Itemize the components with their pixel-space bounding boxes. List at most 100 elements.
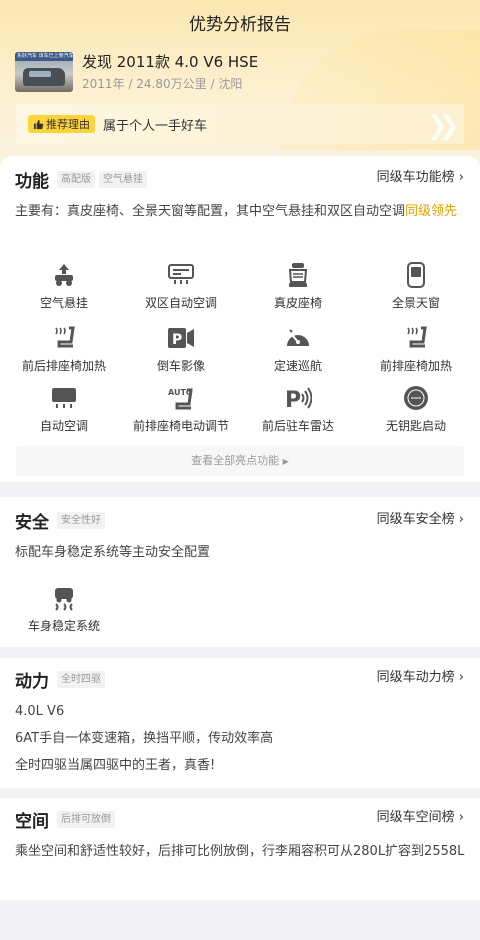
safety-card: 安全 安全性好 同级车安全榜 › 标配车身稳定系统等主动安全配置 车身稳定系统	[0, 497, 480, 647]
safety-description: 标配车身稳定系统等主动安全配置	[15, 545, 211, 560]
page-title: 优势分析报告	[189, 15, 291, 35]
features-tag-2: 空气悬挂	[99, 170, 147, 188]
dual-zone-ac-icon	[167, 262, 195, 288]
feature-item[interactable]: P 倒车影像	[121, 325, 241, 381]
power-header: 动力 全时四驱	[15, 666, 105, 692]
car-photo-icon	[23, 68, 65, 86]
feature-item[interactable]: 车身稳定系统	[4, 585, 124, 641]
safety-tag: 安全性好	[57, 511, 105, 529]
safety-rank-label: 同级车安全榜	[376, 512, 455, 527]
feature-label: 倒车影像	[156, 359, 205, 373]
feature-item[interactable]: 真皮座椅	[238, 262, 358, 318]
power-card: 动力 全时四驱 同级车动力榜 › 4.0L V6 6AT手自一体变速箱，换挡平顺…	[0, 658, 480, 788]
power-drivetrain: 全时四驱当属四驱中的王者，真香!	[15, 758, 216, 773]
feature-label: 前排座椅加热	[379, 359, 452, 373]
feature-item[interactable]: 前后排座椅加热	[4, 325, 124, 381]
feature-label: 无钥匙启动	[385, 419, 446, 433]
car-name: 发现 2011款 4.0 V6 HSE	[82, 53, 259, 71]
power-transmission: 6AT手自一体变速箱，换挡平顺，传动效率高	[15, 731, 274, 746]
car-thumbnail[interactable]: 东好汽车 该车已上架汽车	[15, 52, 73, 92]
power-title: 动力	[15, 671, 49, 692]
car-city: 沈阳	[218, 77, 243, 91]
safety-title: 安全	[15, 512, 49, 533]
feature-item[interactable]: AUTO 前排座椅电动调节	[121, 385, 241, 441]
space-header: 空间 后排可放倒	[15, 806, 115, 832]
features-description: 主要有：真皮座椅、全景天窗等配置，其中空气悬挂和双区自动空调同级领先	[15, 201, 465, 223]
feature-label: 自动空调	[39, 419, 88, 433]
space-rank-link[interactable]: 同级车空间榜 ›	[377, 808, 464, 828]
space-title: 空间	[15, 811, 49, 832]
chevron-right-icon: ›	[458, 170, 464, 185]
car-mileage: 24.80万公里	[136, 77, 207, 91]
feature-label: 双区自动空调	[144, 296, 217, 310]
keyless-start-icon	[402, 385, 430, 411]
feature-item[interactable]: 空气悬挂	[4, 262, 124, 318]
feature-item[interactable]: 自动空调	[4, 385, 124, 441]
features-card: 功能 高配版 空气悬挂 同级车功能榜 › 主要有：真皮座椅、全景天窗等配置，其中…	[0, 156, 480, 482]
reverse-camera-icon: P	[167, 325, 195, 351]
space-description: 乘坐空间和舒适性较好，后排可比例放倒，行李厢容积可从280L扩容到2558L	[15, 844, 465, 859]
features-rank-link[interactable]: 同级车功能榜 ›	[377, 168, 464, 188]
feature-item[interactable]: 无钥匙启动	[356, 385, 476, 441]
features-rank-label: 同级车功能榜	[376, 170, 455, 185]
leather-seat-icon	[284, 262, 312, 288]
view-all-label: 查看全部亮点功能	[191, 454, 280, 467]
safety-header: 安全 安全性好	[15, 507, 105, 533]
feature-label: 前后排座椅加热	[21, 359, 106, 373]
meta-separator: /	[128, 77, 133, 91]
svg-text:P: P	[172, 332, 182, 348]
feature-label: 车身稳定系统	[27, 619, 100, 633]
features-tag-1: 高配版	[57, 170, 95, 188]
features-header: 功能 高配版 空气悬挂	[15, 166, 147, 192]
feature-label: 前后驻车雷达	[261, 419, 334, 433]
feature-item[interactable]: P 前后驻车雷达	[238, 385, 358, 441]
auto-ac-icon	[50, 385, 78, 411]
svg-text:P: P	[285, 388, 301, 410]
recommend-badge: 推荐理由	[28, 115, 95, 133]
feature-item[interactable]: 双区自动空调	[121, 262, 241, 318]
front-seat-heating-icon	[402, 325, 430, 351]
space-tag: 后排可放倒	[57, 810, 115, 828]
safety-rank-link[interactable]: 同级车安全榜 ›	[377, 510, 464, 530]
feature-item[interactable]: 全景天窗	[356, 262, 476, 318]
feature-label: 定速巡航	[273, 359, 322, 373]
features-title: 功能	[15, 171, 49, 192]
chevron-right-icon: ›	[458, 810, 464, 825]
chevron-decoration-icon: ❯❯	[426, 111, 459, 141]
stability-control-icon	[50, 585, 78, 611]
feature-label: 空气悬挂	[39, 296, 88, 310]
features-desc-text: 主要有：真皮座椅、全景天窗等配置，其中空气悬挂和双区自动空调	[15, 204, 406, 219]
recommend-reason-text: 属于个人一手好车	[103, 118, 208, 134]
power-rank-link[interactable]: 同级车动力榜 ›	[377, 668, 464, 688]
power-engine: 4.0L V6	[15, 704, 65, 719]
power-rank-label: 同级车动力榜	[376, 670, 455, 685]
parking-radar-icon: P	[284, 385, 312, 411]
meta-separator: /	[210, 77, 215, 91]
thumbs-up-icon	[33, 119, 44, 129]
thumbnail-caption: 东好汽车 该车已上架汽车	[15, 52, 73, 61]
feature-label: 全景天窗	[391, 296, 440, 310]
space-rank-label: 同级车空间榜	[376, 810, 455, 825]
car-info: 发现 2011款 4.0 V6 HSE 2011年 / 24.80万公里 / 沈…	[82, 52, 258, 94]
feature-label: 真皮座椅	[273, 296, 322, 310]
space-card: 空间 后排可放倒 同级车空间榜 › 乘坐空间和舒适性较好，后排可比例放倒，行李厢…	[0, 798, 480, 900]
car-year: 2011年	[82, 77, 125, 91]
feature-item[interactable]: 前排座椅加热	[356, 325, 476, 381]
recommend-badge-label: 推荐理由	[46, 118, 90, 131]
chevron-right-icon: ›	[458, 670, 464, 685]
chevron-right-icon: ›	[458, 512, 464, 527]
feature-item[interactable]: 定速巡航	[238, 325, 358, 381]
features-desc-highlight: 同级领先	[405, 204, 458, 219]
power-tag: 全时四驱	[57, 670, 105, 688]
recommend-reason-bar: 推荐理由 属于个人一手好车 ❯❯	[16, 104, 464, 144]
seat-heating-icon	[50, 325, 78, 351]
air-suspension-icon	[50, 262, 78, 288]
view-all-features-button[interactable]: 查看全部亮点功能 ▶	[16, 446, 464, 476]
power-seat-icon: AUTO	[167, 385, 195, 411]
feature-label: 前排座椅电动调节	[132, 419, 229, 433]
cruise-control-icon	[284, 325, 312, 351]
panoramic-sunroof-icon	[402, 262, 430, 288]
car-meta: 2011年 / 24.80万公里 / 沈阳	[82, 76, 258, 92]
caret-right-icon: ▶	[282, 457, 289, 466]
car-summary[interactable]: 东好汽车 该车已上架汽车 发现 2011款 4.0 V6 HSE 2011年 /…	[15, 52, 258, 94]
